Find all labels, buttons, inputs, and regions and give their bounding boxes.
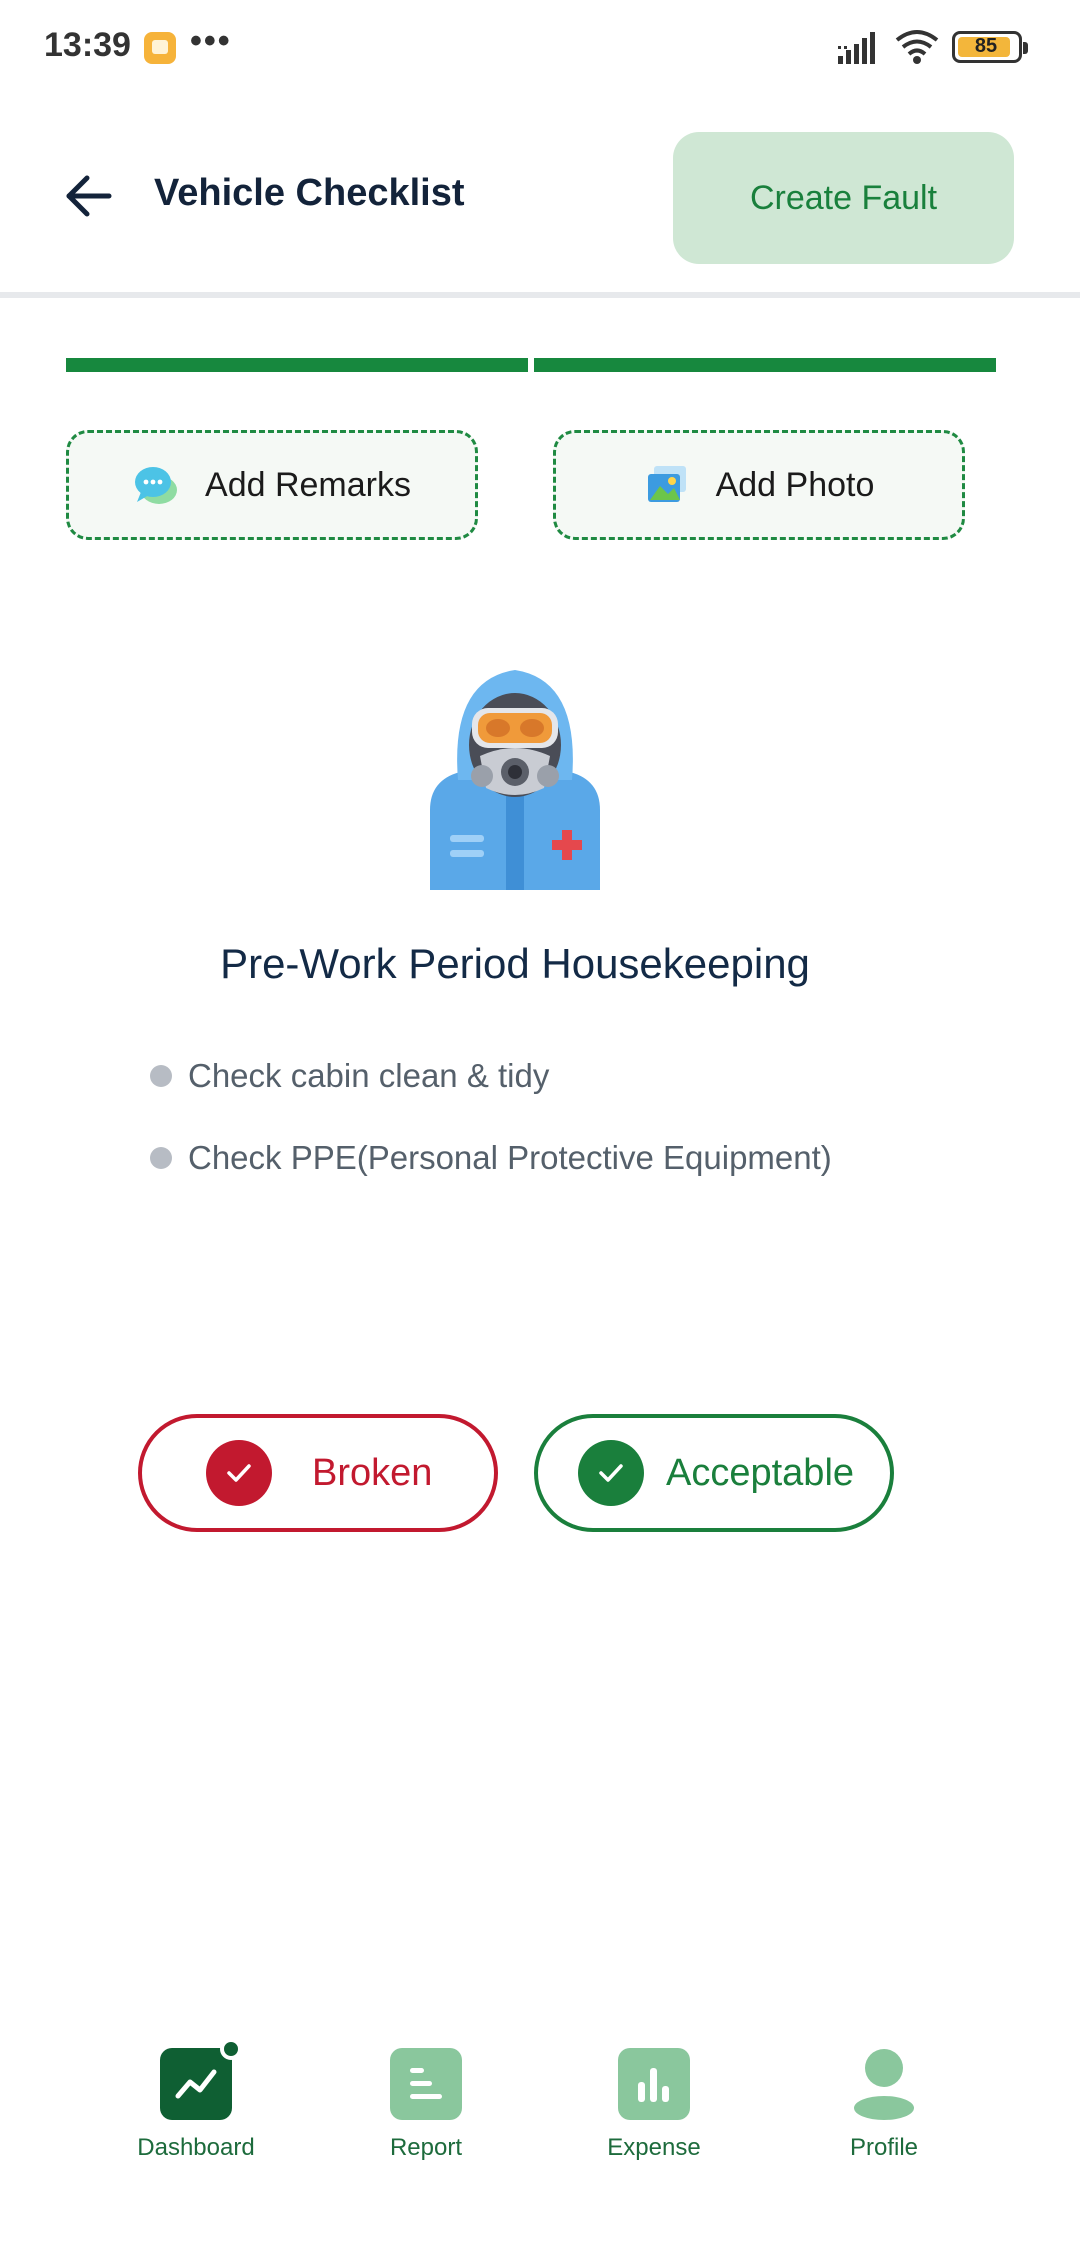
nav-label: Profile — [849, 2134, 919, 2161]
ppe-worker-illustration — [430, 670, 600, 890]
chat-bubble-icon — [135, 467, 178, 504]
app-notification-icon — [144, 32, 176, 64]
broken-button[interactable]: Broken — [138, 1414, 498, 1532]
status-bar: 13:39 ••• 85 — [0, 0, 1080, 96]
nav-label: Expense — [607, 2134, 701, 2161]
progress-segment — [534, 358, 996, 372]
nav-item-dashboard[interactable]: Dashboard — [106, 2038, 286, 2162]
dashboard-chart-icon — [160, 2038, 242, 2120]
nav-item-report[interactable]: Report — [336, 2048, 516, 2162]
add-remarks-label: Add Remarks — [205, 465, 411, 504]
bullet-icon — [150, 1147, 172, 1169]
expense-bar-icon — [618, 2048, 690, 2120]
notification-badge — [220, 2038, 242, 2060]
page-title: Vehicle Checklist — [154, 172, 465, 214]
check-circle-icon — [206, 1440, 272, 1506]
back-button[interactable] — [56, 168, 120, 224]
check-list-item: Check PPE(Personal Protective Equipment) — [150, 1130, 832, 1186]
add-photo-button[interactable]: Add Photo — [553, 430, 965, 540]
status-time: 13:39 — [44, 26, 131, 64]
nav-item-profile[interactable]: Profile — [794, 2048, 974, 2162]
add-remarks-button[interactable]: Add Remarks — [66, 430, 478, 540]
nav-item-expense[interactable]: Expense — [564, 2048, 744, 2162]
check-text: Check PPE(Personal Protective Equipment) — [188, 1139, 832, 1176]
wifi-icon — [895, 30, 939, 64]
more-notifications-icon: ••• — [190, 22, 232, 60]
photo-gallery-icon — [647, 466, 686, 502]
arrow-left-icon — [66, 175, 112, 217]
report-list-icon — [390, 2048, 462, 2120]
bullet-icon — [150, 1065, 172, 1087]
check-list-item: Check cabin clean & tidy — [150, 1048, 832, 1104]
bottom-navigation: Dashboard Report Expense Profile — [0, 2030, 1080, 2246]
nav-label: Dashboard — [137, 2134, 255, 2161]
battery-icon: 85 — [952, 31, 1028, 63]
check-text: Check cabin clean & tidy — [188, 1057, 550, 1094]
check-list: Check cabin clean & tidy Check PPE(Perso… — [150, 1048, 832, 1212]
add-photo-label: Add Photo — [715, 465, 875, 504]
battery-level: 85 — [974, 35, 998, 57]
nav-label: Report — [389, 2134, 463, 2161]
app-header: Vehicle Checklist Create Fault — [0, 96, 1080, 298]
checklist-item-title: Pre-Work Period Housekeeping — [220, 940, 810, 987]
checklist-progress-bar — [66, 358, 996, 372]
signal-icon — [838, 32, 875, 64]
acceptable-button[interactable]: Acceptable — [534, 1414, 894, 1532]
profile-person-icon — [848, 2048, 920, 2120]
progress-segment — [66, 358, 528, 372]
acceptable-label: Acceptable — [666, 1451, 855, 1494]
create-fault-button[interactable]: Create Fault — [673, 132, 1014, 264]
check-circle-icon — [578, 1440, 644, 1506]
broken-label: Broken — [312, 1451, 433, 1494]
